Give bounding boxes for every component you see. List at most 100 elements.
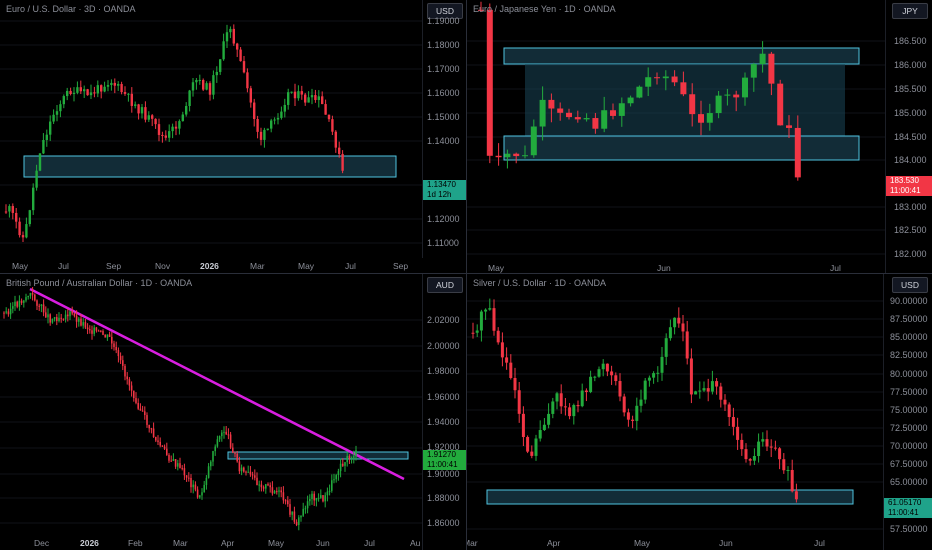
candle-body: [202, 79, 205, 90]
candlestick-chart[interactable]: [0, 0, 422, 258]
candle-body: [183, 468, 186, 476]
candle-body: [159, 441, 161, 446]
currency-button[interactable]: JPY: [892, 3, 928, 19]
candlestick-chart[interactable]: [467, 0, 885, 258]
candle-body: [141, 410, 144, 412]
time-axis[interactable]: Mar Apr May Jun Jul: [467, 537, 883, 549]
candle-body: [548, 99, 555, 109]
chart-pane-gbpaud[interactable]: British Pound / Australian Dollar · 1D ·…: [0, 274, 466, 550]
last-price-tag: 1.91270 11:00:41: [423, 450, 466, 470]
candle-body: [765, 439, 769, 447]
time-tick: May: [488, 263, 505, 273]
candle-body: [321, 96, 324, 105]
candle-body: [242, 61, 246, 73]
time-tick: Jul: [830, 263, 841, 273]
candlestick-chart[interactable]: [467, 274, 883, 534]
last-price-value: 1.91270: [427, 450, 456, 459]
candle-body: [265, 484, 267, 489]
candle-body: [69, 311, 71, 317]
price-tick: 182.500: [894, 225, 927, 235]
candle-body: [78, 318, 80, 322]
pane-divider-horizontal[interactable]: [0, 273, 932, 274]
candle-body: [130, 385, 133, 391]
candle-body: [79, 87, 82, 92]
candle-body: [181, 114, 184, 122]
candle-body: [273, 119, 276, 121]
candle-body: [18, 221, 21, 236]
time-tick: May: [268, 538, 285, 548]
candle-body: [306, 501, 309, 509]
price-tick: 65.00000: [890, 477, 928, 487]
candle-body: [23, 300, 25, 303]
candle-body: [652, 373, 656, 378]
currency-button[interactable]: USD: [892, 277, 928, 293]
candle-body: [249, 471, 252, 475]
price-tick: 1.14000: [427, 136, 460, 146]
candle-body: [685, 331, 689, 359]
candle-body: [731, 417, 735, 427]
candle-body: [227, 434, 230, 436]
candle-body: [740, 439, 744, 450]
candle-body: [559, 393, 563, 407]
time-axis[interactable]: Dec 2026 Feb Mar Apr May Jun Jul Au: [0, 537, 422, 549]
price-axis[interactable]: JPY 186.500 186.000 185.500 185.000 184.…: [885, 0, 932, 273]
candle-body: [97, 330, 100, 332]
candle-body: [302, 508, 304, 516]
candle-body: [744, 449, 748, 460]
candle-body: [82, 322, 84, 326]
candle-body: [576, 405, 580, 407]
candle-body: [225, 32, 229, 42]
chart-pane-xagusd[interactable]: Silver / U.S. Dollar · 1D · OANDA USD 90…: [467, 274, 932, 550]
candle-body: [198, 79, 201, 81]
candle-body: [144, 411, 146, 416]
currency-button[interactable]: AUD: [427, 277, 463, 293]
candle-body: [786, 125, 792, 128]
time-axis[interactable]: May Jun Jul: [467, 262, 885, 273]
price-axis[interactable]: USD 90.00000 87.50000 85.00000 82.50000 …: [883, 274, 932, 550]
candle-body: [210, 461, 212, 467]
candle-body: [271, 487, 274, 494]
time-tick: May: [634, 538, 651, 548]
support-zone: [23, 155, 397, 178]
candle-body: [144, 107, 147, 120]
candle-body: [309, 499, 311, 502]
candle-body: [605, 363, 609, 372]
candle-body: [654, 77, 660, 79]
candle-body: [636, 86, 643, 98]
candle-body: [71, 311, 73, 314]
candle-body: [724, 94, 731, 96]
time-tick: Apr: [221, 538, 235, 548]
last-price-tag: 61.05170 11:00:41: [884, 498, 932, 518]
candle-body: [137, 104, 140, 114]
candle-body: [225, 431, 227, 435]
candle-body: [229, 434, 232, 448]
candle-body: [777, 83, 784, 126]
candle-body: [495, 155, 502, 158]
candle-body: [124, 365, 126, 377]
candle-body: [208, 83, 212, 95]
price-axis[interactable]: USD 1.19000 1.18000 1.17000 1.16000 1.15…: [422, 0, 466, 258]
candle-body: [324, 104, 327, 115]
candle-body: [127, 93, 130, 95]
candle-body: [214, 446, 216, 452]
chart-pane-eurusd[interactable]: Euro / U.S. Dollar · 3D · OANDA USD 1.19…: [0, 0, 466, 273]
pane-divider-vertical[interactable]: [466, 0, 467, 550]
candle-body: [589, 376, 593, 393]
candle-body: [139, 408, 142, 411]
candle-body: [67, 314, 69, 317]
candle-body: [76, 87, 79, 93]
candle-body: [317, 96, 320, 101]
candle-body: [263, 129, 266, 140]
candlestick-chart[interactable]: [0, 274, 422, 534]
price-axis[interactable]: AUD 2.02000 2.00000 1.98000 1.96000 1.94…: [422, 274, 466, 550]
candle-body: [680, 82, 687, 95]
candle-body: [223, 431, 225, 433]
candle-body: [73, 313, 76, 316]
candle-body: [574, 117, 581, 120]
candle-body: [568, 407, 572, 417]
candle-body: [660, 356, 664, 373]
chart-pane-eurjpy[interactable]: Euro / Japanese Yen · 1D · OANDA JPY 186…: [467, 0, 932, 273]
time-tick: Jul: [364, 538, 375, 548]
candle-body: [334, 131, 337, 148]
time-axis[interactable]: May Jul Sep Nov 2026 Mar May Jul Sep: [0, 260, 422, 272]
